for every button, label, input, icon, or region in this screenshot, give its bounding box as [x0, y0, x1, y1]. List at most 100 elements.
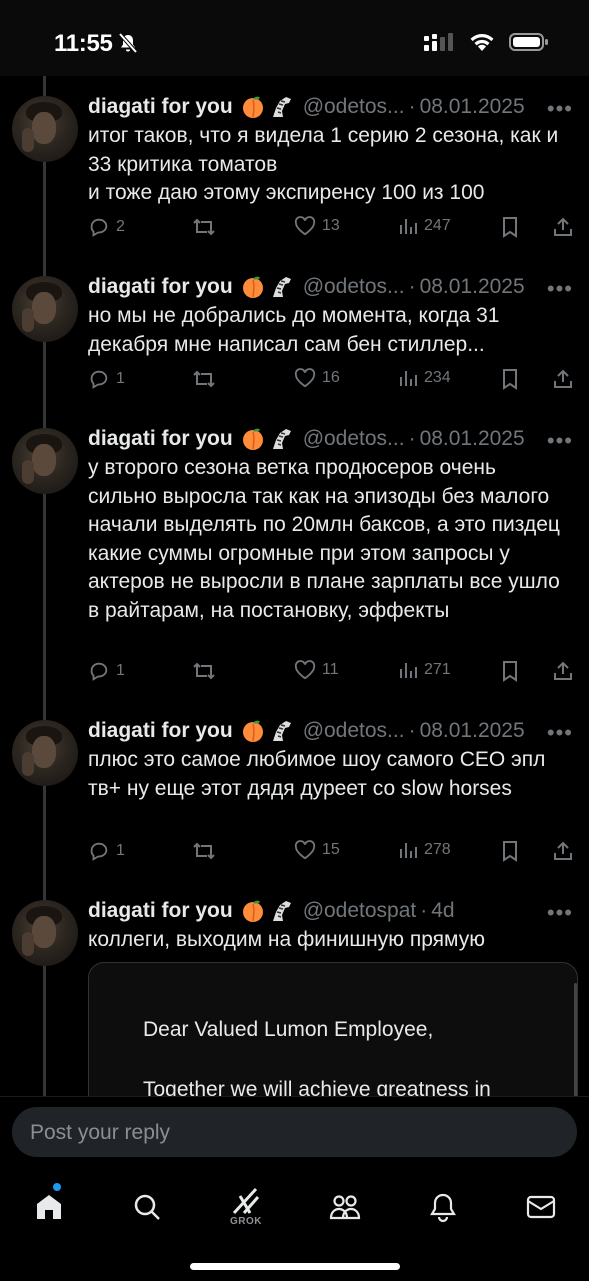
tweet-header: diagati for you @odetos... · 08.01.2025: [88, 716, 578, 746]
views-button[interactable]: 278: [398, 840, 451, 860]
bookmark-icon: [503, 217, 517, 238]
view-count: 234: [424, 369, 451, 386]
views-button[interactable]: 247: [398, 216, 451, 236]
more-options-icon[interactable]: •••: [547, 276, 573, 302]
avatar[interactable]: [12, 900, 78, 966]
thread[interactable]: diagati for you @odetos... · 08.01.2025 …: [0, 76, 589, 1096]
tweet-header: diagati for you @odetos... · 08.01.2025: [88, 424, 578, 454]
tab-home[interactable]: [19, 1177, 79, 1237]
tweet-text: коллеги, выходим на финишную прямую: [88, 928, 485, 951]
reply-icon: [90, 842, 108, 861]
share-button[interactable]: [552, 660, 574, 682]
like-count: 16: [322, 369, 340, 386]
tab-grok[interactable]: GROK: [216, 1177, 276, 1237]
wifi-icon: [470, 34, 494, 51]
peach-emoji-icon: [242, 428, 263, 450]
reply-button[interactable]: 1: [88, 660, 125, 682]
views-button[interactable]: 234: [398, 368, 451, 388]
separator-dot: ·: [420, 899, 428, 922]
notification-dot: [53, 1183, 61, 1191]
views-chart-icon: [400, 843, 417, 858]
author-handle[interactable]: @odetos...: [303, 95, 405, 119]
reply-button[interactable]: 2: [88, 216, 125, 238]
tweet-date[interactable]: 08.01.2025: [420, 427, 525, 451]
share-icon: [554, 217, 572, 236]
messages-icon: [526, 1195, 556, 1219]
bookmark-icon: [503, 841, 517, 862]
communities-icon: [329, 1195, 361, 1220]
reply-composer[interactable]: [12, 1107, 577, 1159]
tweet-date[interactable]: 08.01.2025: [420, 719, 525, 743]
tweet-actions: 1 16 234: [88, 368, 578, 394]
home-indicator[interactable]: [190, 1263, 400, 1270]
separator-dot: ·: [408, 95, 416, 118]
more-options-icon[interactable]: •••: [547, 900, 573, 926]
avatar[interactable]: [12, 96, 78, 162]
author-name[interactable]: diagati for you: [88, 427, 233, 451]
like-button[interactable]: 11: [294, 660, 339, 680]
reply-button[interactable]: 1: [88, 840, 125, 862]
tab-search[interactable]: [117, 1177, 177, 1237]
tab-notifications[interactable]: [413, 1177, 473, 1237]
author-handle[interactable]: @odetos...: [303, 275, 405, 299]
bookmark-button[interactable]: [500, 660, 520, 682]
status-bar: 11:55: [0, 0, 589, 76]
share-button[interactable]: [552, 368, 574, 390]
more-options-icon[interactable]: •••: [547, 720, 573, 746]
more-options-icon[interactable]: •••: [547, 96, 573, 122]
peach-emoji-icon: [242, 720, 263, 742]
status-time: 11:55: [54, 30, 113, 57]
separator-dot: ·: [408, 719, 416, 742]
reply-button[interactable]: 1: [88, 368, 125, 390]
author-name[interactable]: diagati for you: [88, 719, 233, 743]
like-button[interactable]: 13: [294, 216, 340, 236]
share-icon: [554, 841, 572, 860]
author-name[interactable]: diagati for you: [88, 95, 233, 119]
battery-icon: [509, 33, 548, 51]
bookmark-button[interactable]: [500, 840, 520, 862]
reply-count: 2: [116, 218, 125, 235]
retweet-button[interactable]: [192, 216, 222, 238]
attached-image-card[interactable]: Dear Valued Lumon Employee, Together we …: [88, 962, 578, 1096]
tweet-text: у второго сезона ветка продюсеров очень …: [88, 456, 560, 622]
share-button[interactable]: [552, 840, 574, 862]
letter-line: Together we will achieve greatness in: [143, 1078, 491, 1096]
author-handle[interactable]: @odetospat: [303, 899, 417, 923]
card-scrollbar[interactable]: [574, 983, 577, 1096]
tweet-header: diagati for you @odetos... · 08.01.2025: [88, 92, 578, 122]
grok-label: GROK: [230, 1216, 262, 1227]
avatar[interactable]: [12, 428, 78, 494]
reply-input[interactable]: [28, 1107, 552, 1159]
zebra-emoji-icon: [272, 277, 291, 297]
retweet-button[interactable]: [192, 840, 222, 862]
retweet-icon: [193, 842, 215, 860]
bottom-area: GROK: [0, 1096, 589, 1281]
like-button[interactable]: 16: [294, 368, 340, 388]
heart-icon: [294, 216, 316, 236]
author-handle[interactable]: @odetos...: [303, 719, 405, 743]
grok-icon: [232, 1187, 260, 1215]
author-handle[interactable]: @odetos...: [303, 427, 405, 451]
like-button[interactable]: 15: [294, 840, 340, 860]
like-count: 15: [322, 841, 340, 858]
tweet-date[interactable]: 4d: [431, 899, 454, 923]
tab-communities[interactable]: [315, 1177, 375, 1237]
tab-messages[interactable]: [511, 1177, 571, 1237]
author-name[interactable]: diagati for you: [88, 275, 233, 299]
views-button[interactable]: 271: [398, 660, 451, 680]
home-icon: [37, 1195, 61, 1219]
views-chart-icon: [400, 663, 417, 678]
more-options-icon[interactable]: •••: [547, 428, 573, 454]
retweet-button[interactable]: [192, 368, 222, 390]
bookmark-button[interactable]: [500, 368, 520, 390]
reply-icon: [90, 662, 108, 681]
tweet-date[interactable]: 08.01.2025: [420, 275, 525, 299]
bookmark-button[interactable]: [500, 216, 520, 238]
author-name[interactable]: diagati for you: [88, 899, 233, 923]
tweet-date[interactable]: 08.01.2025: [420, 95, 525, 119]
avatar[interactable]: [12, 720, 78, 786]
avatar[interactable]: [12, 276, 78, 342]
share-button[interactable]: [552, 216, 574, 238]
retweet-button[interactable]: [192, 660, 222, 682]
tweet-actions: 2 13 247: [88, 216, 578, 242]
